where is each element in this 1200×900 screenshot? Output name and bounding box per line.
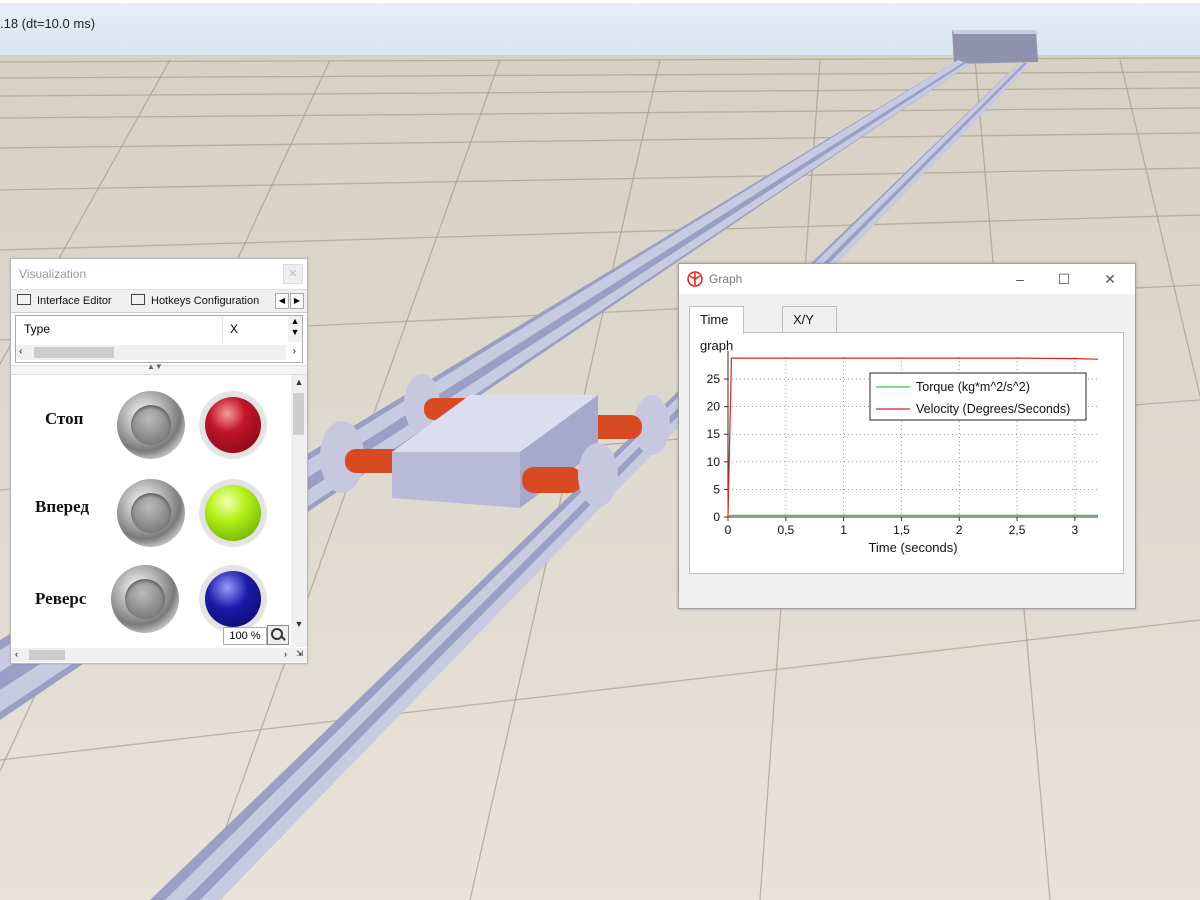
reverse-button[interactable] [111, 565, 179, 633]
canvas-vertical-scrollbar[interactable]: ▲ ▼ [291, 375, 307, 647]
y-tick-label: 5 [713, 482, 720, 496]
tab-interface-editor-label: Interface Editor [37, 295, 112, 307]
x-tick-label: 1 [840, 523, 847, 537]
visualization-panel: Visualization ✕ Interface Editor Hotkeys… [10, 258, 308, 664]
scroll-left-icon[interactable]: ‹ [19, 346, 22, 357]
tab-interface-editor[interactable]: Interface Editor [11, 292, 112, 310]
tab-scroll-left-icon[interactable]: ◀ [275, 293, 289, 309]
visualization-title-bar[interactable]: Visualization ✕ [11, 259, 307, 289]
canvas-horizontal-scrollbar[interactable]: ‹ › ⇲ [11, 648, 307, 662]
time-graph-chart: 0 0,5 1 1,5 2 2,5 3 0 5 10 15 20 25 Time (seconds) Tor… [707, 351, 1099, 555]
zoom-level[interactable]: 100 % [223, 627, 267, 645]
scroll-right-icon[interactable]: › [293, 346, 296, 357]
reverse-label: Реверс [35, 589, 87, 608]
grid-horizontal-scrollbar[interactable]: ‹ › [16, 345, 296, 360]
zoom-icon[interactable] [267, 625, 289, 645]
x-axis-label: Time (seconds) [868, 540, 957, 555]
scroll-left-icon[interactable]: ‹ [15, 649, 18, 659]
reverse-indicator-lamp [199, 565, 267, 633]
grid-scroll-thumb[interactable] [34, 347, 114, 358]
graph-window-title: Graph [709, 272, 743, 286]
time-graph-panel: 0 0,5 1 1,5 2 2,5 3 0 5 10 15 20 25 Time (seconds) Tor… [689, 332, 1124, 574]
x-tick-label: 2 [956, 523, 963, 537]
y-tick-label: 15 [707, 427, 721, 441]
simulation-time-readout: .18 (dt=10.0 ms) [0, 16, 96, 31]
panel-splitter[interactable]: ▲▼ [11, 362, 307, 375]
property-grid-header: Type X [16, 316, 302, 342]
tab-time-graph[interactable]: Time graph [689, 306, 745, 353]
close-icon[interactable]: ✕ [283, 264, 303, 284]
graph-window: Graph – ☐ ✕ Time graph X/Y graph 0 0,5 1 1,… [678, 263, 1136, 609]
x-tick-label: 2,5 [1009, 523, 1026, 537]
app-logo-icon [687, 271, 703, 287]
forward-label: Вперед [35, 497, 90, 516]
grid-column-x: X [230, 322, 239, 336]
x-tick-label: 3 [1072, 523, 1079, 537]
tab-hotkeys-label: Hotkeys Configuration [151, 295, 260, 307]
canvas-scroll-thumb[interactable] [293, 393, 304, 435]
y-tick-label: 20 [707, 400, 721, 414]
visualization-title: Visualization [19, 267, 87, 281]
property-grid[interactable]: Type X ▲ ▼ ‹ › [15, 315, 303, 363]
forward-indicator-lamp [199, 479, 267, 547]
stop-indicator-lamp [199, 391, 267, 459]
stop-label: Стоп [45, 409, 84, 428]
y-tick-label: 10 [707, 455, 721, 469]
x-tick-label: 1,5 [893, 523, 910, 537]
y-tick-label: 0 [713, 510, 720, 524]
tab-xy-graph[interactable]: X/Y graph [782, 306, 838, 353]
splitter-grip-icon: ▲▼ [147, 362, 163, 371]
grid-vertical-scrollbar[interactable]: ▲ ▼ [288, 316, 302, 342]
close-icon[interactable]: ✕ [1095, 268, 1125, 290]
legend-entry: Velocity (Degrees/Seconds) [916, 402, 1070, 416]
maximize-icon[interactable]: ☐ [1049, 268, 1079, 290]
scroll-right-icon[interactable]: › [284, 649, 287, 659]
forward-button[interactable] [117, 479, 185, 547]
resize-grip-icon[interactable]: ⇲ [296, 649, 303, 658]
minimize-icon[interactable]: – [1005, 268, 1035, 290]
interface-editor-icon [17, 294, 31, 305]
scroll-down-icon[interactable]: ▼ [291, 619, 307, 629]
stop-button[interactable] [117, 391, 185, 459]
visualization-tabs: Interface Editor Hotkeys Configuration ◀… [11, 289, 307, 313]
scroll-up-icon[interactable]: ▲ [291, 377, 307, 387]
y-tick-label: 25 [707, 372, 721, 386]
x-tick-label: 0 [725, 523, 732, 537]
canvas-hscroll-thumb[interactable] [29, 650, 65, 660]
visualization-canvas: Стоп Вперед Реверс [11, 375, 291, 647]
graph-title-bar[interactable]: Graph – ☐ ✕ [679, 264, 1135, 294]
tab-hotkeys-configuration[interactable]: Hotkeys Configuration [125, 292, 259, 310]
grid-column-divider[interactable] [222, 316, 223, 342]
x-tick-label: 0,5 [777, 523, 794, 537]
legend-entry: Torque (kg*m^2/s^2) [916, 380, 1030, 394]
grid-column-type: Type [24, 322, 51, 336]
hotkeys-icon [131, 294, 145, 305]
tab-scroll-right-icon[interactable]: ▶ [290, 293, 304, 309]
